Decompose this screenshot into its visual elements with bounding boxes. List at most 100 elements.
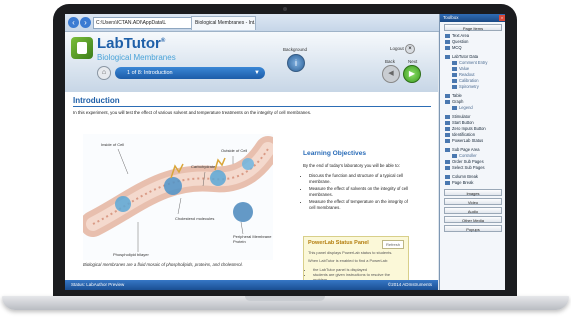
toolbox-item-label: PowerLab Status bbox=[452, 138, 484, 143]
toolbox-item-mcq[interactable]: MCQ bbox=[445, 45, 503, 51]
readout-icon bbox=[452, 72, 457, 77]
toolbox-item-label: Text Area bbox=[452, 33, 470, 38]
objective-item: Discuss the function and structure of a … bbox=[309, 173, 414, 184]
objective-item: Measure the effect of solvents on the in… bbox=[309, 186, 414, 197]
page-selector[interactable]: 1 of 8: Introduction ▼ bbox=[115, 67, 265, 79]
logout-button[interactable]: × bbox=[405, 44, 415, 54]
toolbox-item-select-sub-pages[interactable]: Select Sub Pages bbox=[445, 165, 503, 171]
brand-name: LabTutor bbox=[97, 35, 161, 52]
labtutor-logo-icon bbox=[71, 37, 93, 59]
toolbox-item-label: Start Button bbox=[452, 120, 474, 125]
back-label: Back bbox=[385, 59, 396, 64]
page-header: LabTutor® Biological Membranes ⌂ 1 of 8:… bbox=[65, 32, 438, 92]
toolbox-item-page-break[interactable]: Page Break bbox=[445, 180, 503, 186]
page-selector-label: 1 of 8: Introduction bbox=[127, 70, 173, 76]
refresh-button[interactable]: Refresh bbox=[382, 240, 404, 249]
select-icon bbox=[445, 165, 450, 170]
mcq-icon bbox=[445, 45, 450, 50]
powerlab-icon bbox=[445, 138, 450, 143]
calibration-icon bbox=[452, 78, 457, 83]
intro-paragraph: In this experiment, you will test the ef… bbox=[73, 110, 312, 115]
images-button[interactable]: Images bbox=[444, 189, 502, 196]
background-button[interactable]: i bbox=[287, 54, 305, 72]
pagebreak-icon bbox=[445, 180, 450, 185]
label-outside: Outside of Cell bbox=[221, 148, 248, 153]
home-icon: ⌂ bbox=[101, 69, 107, 76]
back-button[interactable]: ◀ bbox=[382, 65, 400, 83]
experiment-subtitle: Biological Membranes bbox=[97, 53, 176, 62]
toolbox-title[interactable]: Toolbox × bbox=[440, 14, 505, 22]
toolbox-item-powerlab-status[interactable]: PowerLab Status bbox=[445, 138, 503, 144]
toolbox-item-label: Value bbox=[459, 66, 470, 71]
start-icon bbox=[445, 120, 450, 125]
objectives-title: Learning Objectives bbox=[303, 150, 367, 157]
subpage-icon bbox=[445, 147, 450, 152]
toolbox-item-label: Comment Entry bbox=[459, 60, 488, 65]
labtutor-page: LabTutor® Biological Membranes ⌂ 1 of 8:… bbox=[65, 32, 438, 290]
logout-label: Logout bbox=[390, 46, 404, 51]
copyright-text: ©2014 ADInstruments bbox=[387, 282, 432, 287]
status-text: Status: LabAuthor Preview bbox=[71, 282, 125, 287]
chevron-down-icon: ▼ bbox=[254, 70, 260, 76]
controller-icon bbox=[452, 153, 457, 158]
toolbox-item-legend[interactable]: Legend bbox=[452, 105, 505, 111]
info-icon: i bbox=[295, 58, 297, 68]
toolbox-panel: Toolbox × Page Items Text Area Question M… bbox=[439, 14, 505, 290]
toolbox-item-label: Readout bbox=[459, 72, 475, 77]
figure-caption: Biological membranes are a fluid mosaic … bbox=[83, 262, 243, 267]
powerlab-status-panel: PowerLab Status Panel Refresh This panel… bbox=[303, 236, 409, 284]
zero-icon bbox=[445, 126, 450, 131]
toolbox-item-label: Spirometry bbox=[459, 84, 479, 89]
back-triangle-icon: ◀ bbox=[388, 70, 394, 77]
toolbox-item-label: Order Sub Pages bbox=[452, 159, 484, 164]
id-icon bbox=[445, 132, 450, 137]
table-icon bbox=[445, 93, 450, 98]
toolbox-item-label: Column Break bbox=[452, 174, 478, 179]
section-heading: Introduction bbox=[73, 96, 120, 105]
toolbox-item-label: Page Break bbox=[452, 180, 474, 185]
toolbox-item-label: Zero Inputs Button bbox=[452, 126, 486, 131]
page-items-button[interactable]: Page Items bbox=[444, 24, 502, 31]
screen: ‹ › C:\Users\ICTAN.ADI\AppData\L Biologi… bbox=[65, 14, 505, 290]
laptop-notch bbox=[245, 296, 325, 301]
forward-arrow-icon[interactable]: › bbox=[80, 17, 91, 28]
spirometry-icon bbox=[452, 84, 457, 89]
heading-divider bbox=[73, 106, 431, 107]
close-icon[interactable]: × bbox=[499, 15, 505, 21]
popups-button[interactable]: Popups bbox=[444, 225, 502, 232]
powerlab-description: This panel displays PowerLab status to s… bbox=[308, 250, 393, 255]
label-peripheral-protein: Peripheral Membrane Protein bbox=[233, 234, 272, 244]
label-carbohydrate: Carbohydrate bbox=[191, 164, 216, 169]
video-button[interactable]: Video bbox=[444, 198, 502, 205]
close-icon: × bbox=[408, 46, 412, 52]
stimulator-icon bbox=[445, 114, 450, 119]
brand-mark: ® bbox=[160, 38, 166, 44]
objective-item: Measure the effect of temperature on the… bbox=[309, 199, 414, 210]
toolbox-item-label: Stimulator bbox=[452, 114, 471, 119]
address-bar[interactable]: C:\Users\ICTAN.ADI\AppData\L bbox=[93, 17, 192, 29]
next-button[interactable]: ▶ bbox=[403, 65, 421, 83]
next-label: Next bbox=[408, 59, 418, 64]
back-arrow-icon[interactable]: ‹ bbox=[68, 17, 79, 28]
toolbox-item-spirometry[interactable]: Spirometry bbox=[452, 84, 505, 90]
home-button[interactable]: ⌂ bbox=[97, 66, 111, 80]
browser-tab[interactable]: Biological Membranes - Int... bbox=[191, 16, 256, 30]
text-icon bbox=[445, 33, 450, 38]
toolbox-item-label: Sub Page Area bbox=[452, 147, 480, 152]
membrane-diagram: Inside of Cell Outside of Cell Carbohydr… bbox=[80, 134, 281, 260]
powerlab-condition: When LabTutor is enabled to find a Power… bbox=[308, 258, 389, 263]
data-icon bbox=[445, 54, 450, 59]
audio-button[interactable]: Audio bbox=[444, 207, 502, 214]
toolbox-item-label: LabTutor Data bbox=[452, 54, 479, 59]
comment-icon bbox=[452, 60, 457, 65]
camera-icon bbox=[283, 7, 287, 11]
toolbox-title-text: Toolbox bbox=[443, 15, 459, 20]
other-media-button[interactable]: Other Media bbox=[444, 216, 502, 223]
brand-title: LabTutor® bbox=[97, 35, 165, 52]
objectives-intro: By the end of today's laboratory you wil… bbox=[303, 163, 400, 168]
label-inside: Inside of Cell bbox=[101, 142, 125, 147]
question-icon bbox=[445, 39, 450, 44]
next-triangle-icon: ▶ bbox=[408, 69, 416, 78]
powerlab-panel-title: PowerLab Status Panel bbox=[308, 240, 369, 246]
background-label: Background bbox=[282, 47, 308, 52]
